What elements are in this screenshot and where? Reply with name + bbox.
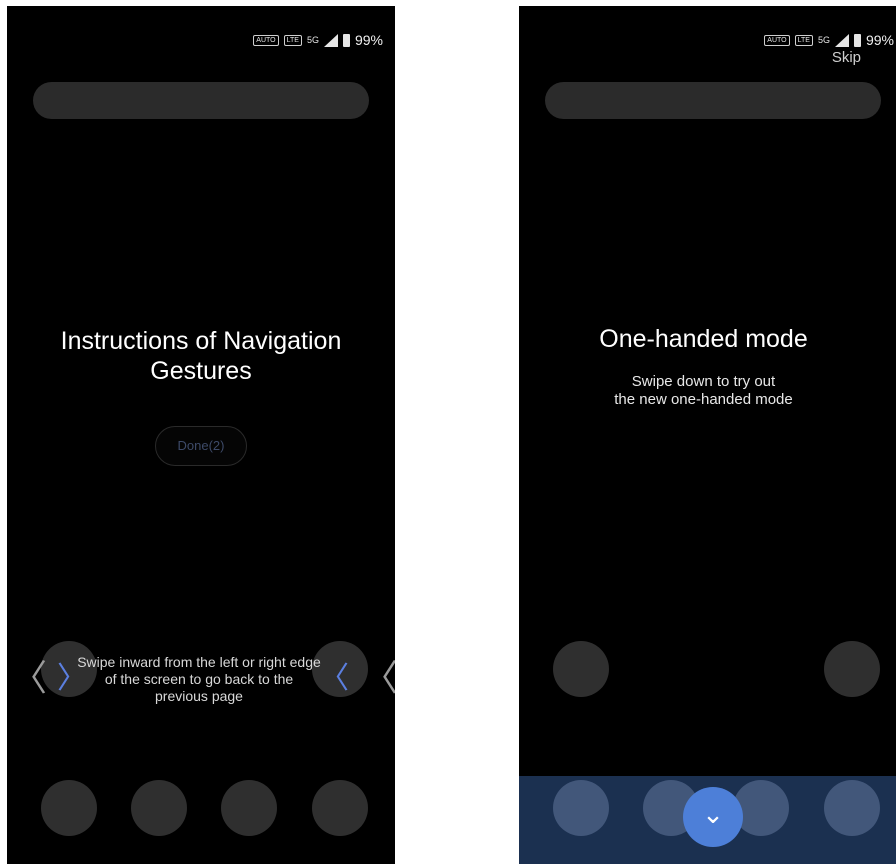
signal-icon <box>323 33 338 47</box>
inner-right-chevron-icon: 〈 <box>319 662 349 695</box>
nav-circle-4 <box>824 780 880 836</box>
gesture-hint-text: Swipe inward from the left or right edge… <box>77 654 321 704</box>
touch-point-right <box>824 641 880 697</box>
auto-badge-icon: AUTO <box>764 34 790 46</box>
page-title: One-handed mode <box>599 325 808 353</box>
gesture-pill-bar <box>33 82 369 119</box>
nav-circle-3 <box>221 780 277 836</box>
nav-circle-4 <box>312 780 368 836</box>
subtitle-line-1: Swipe down to try out <box>631 373 776 390</box>
subtitle-line-2: the new one-handed mode <box>614 391 793 408</box>
auto-badge-icon: AUTO <box>253 34 279 46</box>
lte-badge-icon: LTE <box>283 34 302 46</box>
edge-right-chevron-icon: 〈 <box>362 657 395 698</box>
done-button[interactable]: Done(2) <box>155 426 247 466</box>
signal-icon <box>834 33 849 47</box>
status-bar: AUTO LTE 5G 99% <box>253 32 383 48</box>
network-type: 5G <box>817 35 830 45</box>
touch-point-left <box>553 641 609 697</box>
chevron-down-icon: ⌄ <box>702 799 724 829</box>
battery-percent: 99% <box>865 32 894 48</box>
gesture-pill-bar <box>545 82 881 119</box>
one-handed-mode-screen: AUTO LTE 5G 99% Skip One-handed mode Swi… <box>519 6 896 864</box>
lte-badge-icon: LTE <box>794 34 813 46</box>
battery-icon <box>853 33 861 47</box>
swipe-down-button[interactable]: ⌄ <box>683 787 743 847</box>
page-title: Instructions of Navigation Gestures <box>60 327 342 385</box>
nav-circle-1 <box>553 780 609 836</box>
nav-circle-1 <box>41 780 97 836</box>
battery-percent: 99% <box>354 32 383 48</box>
nav-circle-2 <box>131 780 187 836</box>
edge-left-chevron-icon: 〈 <box>11 657 48 698</box>
status-bar: AUTO LTE 5G 99% <box>764 32 894 48</box>
battery-icon <box>342 33 350 47</box>
navigation-gestures-screen: AUTO LTE 5G 99% Instructions of Navigati… <box>7 6 395 864</box>
network-type: 5G <box>306 35 319 45</box>
skip-button[interactable]: Skip <box>832 49 861 66</box>
